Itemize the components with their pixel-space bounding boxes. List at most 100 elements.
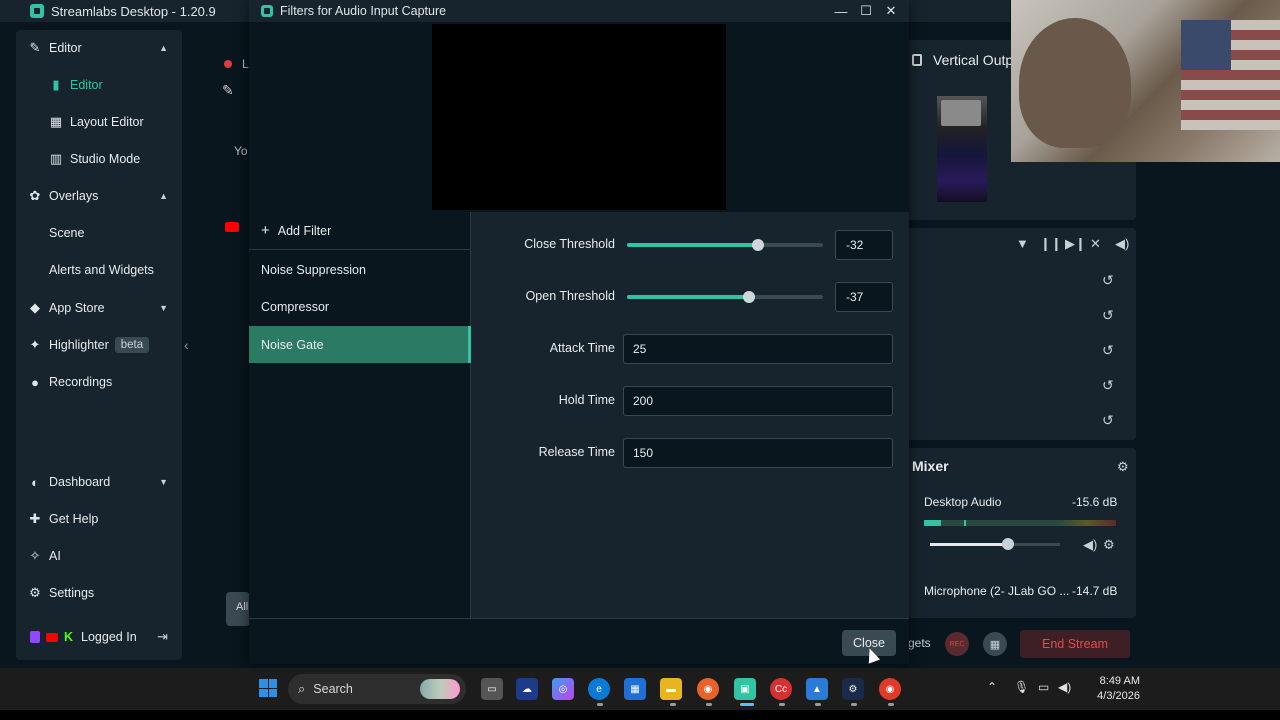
minimize-icon[interactable]: — (829, 0, 853, 22)
firefox-icon[interactable]: ◉ (697, 678, 719, 700)
reset-icon[interactable]: ↺ (1102, 307, 1114, 324)
sidebar-item-highlighter[interactable]: ✦ Highlighter beta (16, 330, 182, 360)
help-icon: ✚ (29, 511, 41, 526)
filter-item-noise-gate[interactable]: Noise Gate (249, 326, 471, 363)
youtube-icon (225, 222, 239, 232)
all-button[interactable]: All (226, 592, 250, 626)
streamlabs-logo-icon (30, 4, 44, 18)
sidebar-item-dashboard[interactable]: ◐ Dashboard ▼ (16, 467, 182, 497)
schedule-icon[interactable]: ▦ (983, 632, 1007, 656)
sidebar-item-editor[interactable]: ▮ Editor (16, 70, 182, 100)
desktop-audio-db: -15.6 dB (1072, 495, 1118, 509)
sidebar-item-label: Alerts and Widgets (49, 263, 154, 277)
close-threshold-input[interactable]: -32 (835, 230, 893, 260)
desktop-audio-label: Desktop Audio (924, 495, 1002, 509)
volume-knob[interactable] (1002, 538, 1014, 550)
record-button[interactable]: REC (945, 632, 969, 656)
scene-label-fragment: L (242, 57, 249, 71)
filter-item-compressor[interactable]: Compressor (249, 288, 471, 325)
end-stream-button[interactable]: End Stream (1020, 630, 1130, 658)
windows-start-icon[interactable] (259, 679, 277, 697)
sidebar-item-scene[interactable]: Scene (16, 218, 182, 248)
file-explorer-icon[interactable]: ▬ (660, 678, 682, 700)
flag-background (1181, 20, 1280, 130)
sidebar-item-logged-in[interactable]: K Logged In ⇥ (16, 622, 182, 652)
collapse-sidebar-icon[interactable]: ‹ (184, 337, 189, 353)
dialog-titlebar: Filters for Audio Input Capture — ☐ ✕ (249, 0, 909, 22)
hold-time-input[interactable]: 200 (623, 386, 893, 416)
creative-cloud-icon[interactable]: Cc (770, 678, 792, 700)
phone-icon (912, 54, 922, 66)
streamlabs-taskbar-icon[interactable]: ▣ (734, 678, 756, 700)
search-label: Search (313, 682, 353, 696)
steam-icon[interactable]: ⚙ (842, 678, 864, 700)
add-filter-button[interactable]: + Add Filter (249, 212, 471, 250)
edge-icon[interactable]: e (588, 678, 610, 700)
taskbar-search[interactable]: ⌕ Search (288, 674, 466, 704)
reset-icon[interactable]: ↺ (1102, 412, 1114, 429)
logout-icon[interactable]: ⇥ (157, 629, 168, 645)
sidebar-item-app-store[interactable]: ◆ App Store ▼ (16, 293, 182, 323)
open-threshold-input[interactable]: -37 (835, 282, 893, 312)
reset-icon[interactable]: ↺ (1102, 377, 1114, 394)
store-icon[interactable]: ▦ (624, 678, 646, 700)
sidebar-item-editor-group[interactable]: ✎ Editor ▲ (16, 33, 182, 63)
attack-time-input[interactable]: 25 (623, 334, 893, 364)
volume-icon[interactable]: ◀) (1115, 236, 1129, 252)
microphone-db: -14.7 dB (1072, 584, 1118, 598)
filter-icon[interactable]: ▼ (1016, 236, 1029, 251)
recordings-icon: ● (31, 374, 39, 390)
task-view-icon[interactable]: ▭ (481, 678, 503, 700)
sidebar-item-label: Recordings (49, 375, 113, 389)
microphone-icon[interactable]: 🎙 (1014, 680, 1029, 694)
clock-date: 4/3/2026 (1097, 690, 1140, 702)
close-icon[interactable]: ✕ (879, 0, 903, 22)
slider-fill (627, 295, 749, 299)
chrome-icon[interactable]: ◉ (879, 678, 901, 700)
sidebar-item-get-help[interactable]: ✚ Get Help (16, 504, 182, 534)
taskbar-clock[interactable]: 8:49 AM 4/3/2026 (1080, 674, 1140, 704)
close-threshold-slider[interactable] (627, 239, 823, 251)
overlays-icon: ✿ (29, 188, 41, 203)
pause-icon[interactable]: ❙❙ (1040, 236, 1062, 252)
sidebar-item-ai[interactable]: ✧ AI (16, 541, 182, 571)
slider-knob[interactable] (742, 291, 755, 303)
maximize-icon[interactable]: ☐ (854, 0, 878, 22)
speaker-icon[interactable]: ◀) (1083, 537, 1097, 553)
chevron-up-icon[interactable]: ⌃ (987, 680, 997, 694)
gear-icon[interactable]: ⚙ (1117, 459, 1129, 475)
open-threshold-slider[interactable] (627, 291, 823, 303)
mute-all-icon[interactable]: ✕ (1090, 236, 1101, 252)
sidebar-item-alerts-widgets[interactable]: Alerts and Widgets (16, 255, 182, 285)
hold-time-label: Hold Time (558, 393, 615, 407)
sidebar-item-settings[interactable]: ⚙ Settings (16, 578, 182, 608)
desktop-audio-volume-slider[interactable] (930, 543, 1060, 546)
sidebar-item-layout-editor[interactable]: ▦ Layout Editor (16, 107, 182, 137)
sidebar-item-overlays[interactable]: ✿ Overlays ▲ (16, 181, 182, 211)
clock-time: 8:49 AM (1099, 675, 1140, 687)
photos-icon[interactable]: ▲ (806, 678, 828, 700)
store-icon: ◆ (30, 300, 40, 315)
network-icon[interactable]: ▭ (1038, 680, 1049, 694)
filter-item-noise-suppression[interactable]: Noise Suppression (249, 251, 471, 288)
reset-icon[interactable]: ↺ (1102, 272, 1114, 289)
sidebar-item-label: Dashboard (49, 475, 111, 489)
highlighter-icon: ✦ (29, 337, 41, 352)
sidebar-item-studio-mode[interactable]: ▥ Studio Mode (16, 144, 182, 174)
running-indicator (779, 703, 785, 706)
gear-icon[interactable]: ⚙ (1103, 537, 1115, 553)
filter-label: Noise Gate (261, 337, 324, 352)
vertical-preview-thumbnail[interactable] (937, 96, 987, 202)
sidebar-item-label: Layout Editor (70, 115, 144, 129)
volume-icon[interactable]: ◀) (1058, 680, 1071, 694)
sidebar-item-label: AI (49, 549, 61, 563)
widgets-icon[interactable]: ☁ (516, 678, 538, 700)
sidebar-item-label: Logged In (81, 630, 137, 644)
sidebar-item-recordings[interactable]: ● Recordings (16, 367, 182, 397)
slider-fill (627, 243, 759, 247)
reset-icon[interactable]: ↺ (1102, 342, 1114, 359)
copilot-icon[interactable]: ◎ (552, 678, 574, 700)
next-icon[interactable]: ▶❙ (1065, 236, 1086, 252)
release-time-input[interactable]: 150 (623, 438, 893, 468)
edit-icon[interactable]: ✎ (222, 82, 234, 99)
